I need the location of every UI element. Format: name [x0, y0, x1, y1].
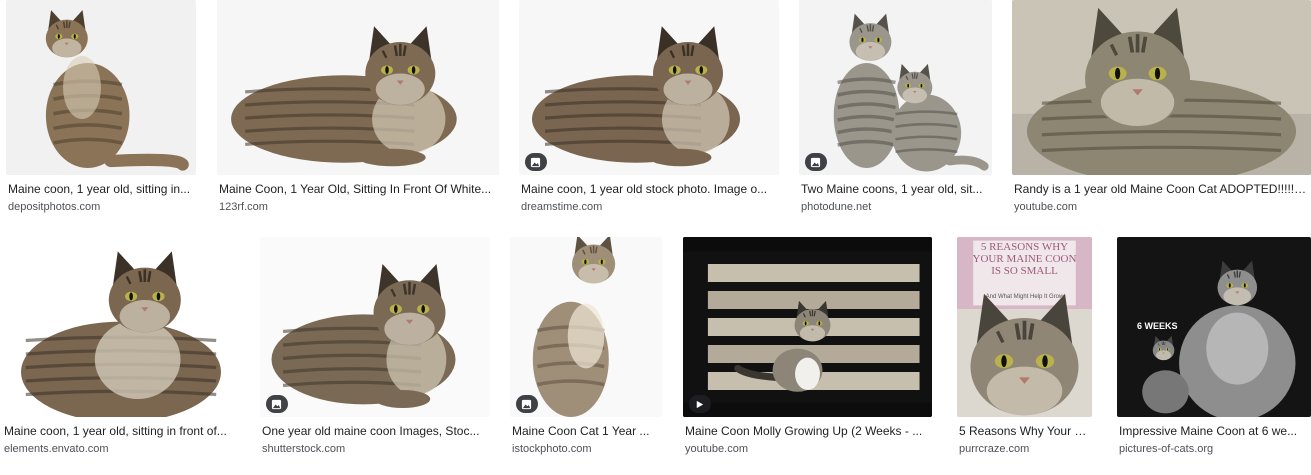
- result-source[interactable]: photodune.net: [801, 200, 988, 214]
- image-result[interactable]: Maine Coon Cat 1 Year ... istockphoto.com: [510, 237, 662, 457]
- image-result[interactable]: Two Maine coons, 1 year old, sit... photo…: [799, 0, 992, 215]
- result-thumbnail[interactable]: 6 WEEKS: [1117, 237, 1311, 417]
- thumbnail-image: [260, 237, 490, 417]
- thumbnail-image: [510, 237, 662, 417]
- result-title[interactable]: One year old maine coon Images, Stoc...: [262, 423, 486, 439]
- thumbnail-image: [1012, 0, 1311, 175]
- thumbnail-image: [217, 0, 499, 175]
- image-result[interactable]: Maine coon, 1 year old, sitting in front…: [2, 237, 240, 457]
- result-title[interactable]: Two Maine coons, 1 year old, sit...: [801, 181, 988, 197]
- thumbnail-image: [2, 237, 240, 417]
- stair-step: [707, 291, 920, 309]
- result-thumbnail[interactable]: [683, 237, 932, 417]
- kitten-body: [1142, 370, 1189, 414]
- result-source[interactable]: purrcraze.com: [959, 442, 1088, 456]
- result-title[interactable]: Maine coon, 1 year old, sitting in front…: [4, 423, 236, 439]
- result-title[interactable]: Maine Coon Cat 1 Year ...: [512, 423, 658, 439]
- result-thumbnail[interactable]: [519, 0, 779, 175]
- result-source[interactable]: depositphotos.com: [8, 200, 192, 214]
- image-result[interactable]: 5 REASONS WHY YOUR MAINE COON IS SO SMAL…: [957, 237, 1092, 457]
- stair-step: [707, 264, 920, 282]
- image-icon: [530, 157, 541, 167]
- thumbnail-image: [519, 0, 779, 175]
- image-icon: [271, 399, 282, 409]
- image-result[interactable]: Maine Coon, 1 Year Old, Sitting In Front…: [217, 0, 499, 215]
- image-result[interactable]: Maine coon, 1 year old stock photo. Imag…: [519, 0, 779, 215]
- image-badge: [525, 153, 547, 171]
- result-thumbnail[interactable]: [2, 237, 240, 417]
- image-icon: [521, 399, 532, 409]
- result-thumbnail[interactable]: [260, 237, 490, 417]
- result-source[interactable]: 123rf.com: [219, 200, 495, 214]
- thumbnail-image: [683, 237, 932, 417]
- image-badge: [516, 395, 538, 413]
- result-title[interactable]: Randy is a 1 year old Maine Coon Cat ADO…: [1014, 181, 1307, 197]
- thumbnail-image: [799, 0, 992, 175]
- result-thumbnail[interactable]: [799, 0, 992, 175]
- result-title[interactable]: Maine coon, 1 year old stock photo. Imag…: [521, 181, 775, 197]
- play-icon: [696, 400, 704, 408]
- result-source[interactable]: pictures-of-cats.org: [1119, 442, 1307, 456]
- result-source[interactable]: youtube.com: [685, 442, 928, 456]
- result-source[interactable]: youtube.com: [1014, 200, 1307, 214]
- image-badge: [805, 153, 827, 171]
- result-source[interactable]: istockphoto.com: [512, 442, 658, 456]
- image-result[interactable]: One year old maine coon Images, Stoc... s…: [260, 237, 490, 457]
- video-badge: [689, 395, 711, 413]
- cat-tail: [104, 153, 189, 171]
- result-title[interactable]: Maine Coon Molly Growing Up (2 Weeks - .…: [685, 423, 928, 439]
- overlay-label: 6 WEEKS: [1137, 321, 1178, 331]
- result-source[interactable]: dreamstime.com: [521, 200, 775, 214]
- thumbnail-image: [6, 0, 196, 175]
- result-source[interactable]: elements.envato.com: [4, 442, 236, 456]
- result-thumbnail[interactable]: [6, 0, 196, 175]
- result-thumbnail[interactable]: 5 REASONS WHY YOUR MAINE COON IS SO SMAL…: [957, 237, 1092, 417]
- result-title[interactable]: Maine coon, 1 year old, sitting in...: [8, 181, 192, 197]
- result-source[interactable]: shutterstock.com: [262, 442, 486, 456]
- image-result[interactable]: Randy is a 1 year old Maine Coon Cat ADO…: [1012, 0, 1311, 215]
- result-thumbnail[interactable]: [217, 0, 499, 175]
- poster-title: 5 REASONS WHY YOUR MAINE COON IS SO SMAL…: [972, 241, 1077, 277]
- result-thumbnail[interactable]: [1012, 0, 1311, 175]
- image-result[interactable]: 6 WEEKS Impressive Maine Coon at 6 we... p…: [1117, 237, 1311, 457]
- image-result[interactable]: Maine coon, 1 year old, sitting in... dep…: [6, 0, 196, 215]
- result-thumbnail[interactable]: [510, 237, 662, 417]
- result-title[interactable]: Maine Coon, 1 Year Old, Sitting In Front…: [219, 181, 495, 197]
- poster-subtitle: And What Might Help It Grow: [985, 294, 1064, 300]
- image-icon: [810, 157, 821, 167]
- result-title[interactable]: Impressive Maine Coon at 6 we...: [1119, 423, 1307, 439]
- result-title[interactable]: 5 Reasons Why Your M...: [959, 423, 1088, 439]
- image-result[interactable]: Maine Coon Molly Growing Up (2 Weeks - .…: [683, 237, 932, 457]
- image-badge: [266, 395, 288, 413]
